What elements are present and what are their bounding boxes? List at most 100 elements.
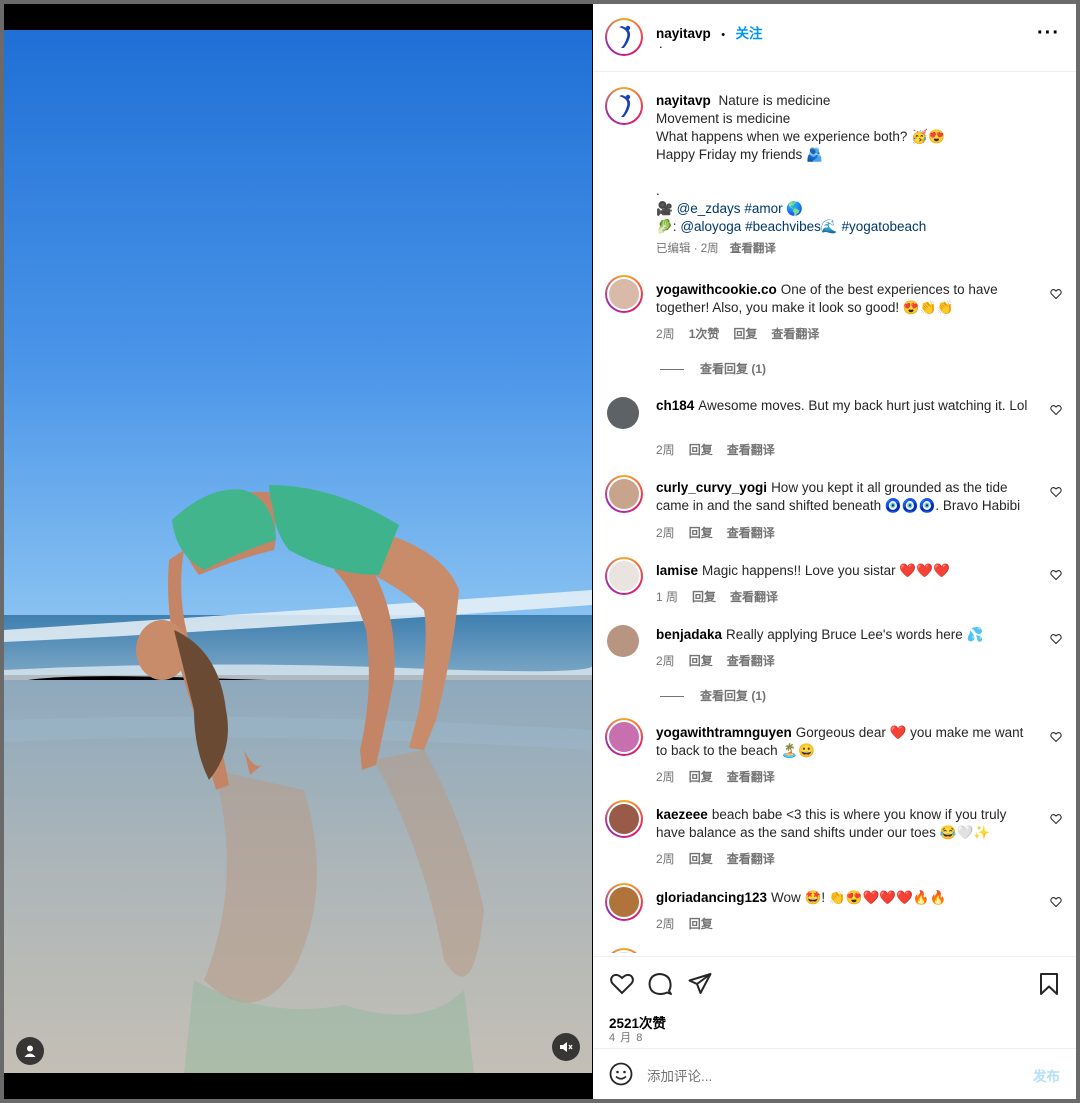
reply-button[interactable]: 回复	[689, 852, 713, 866]
translate-button[interactable]: 查看翻译	[727, 770, 775, 784]
commenter-username[interactable]: ch184	[656, 398, 694, 413]
comment-likes[interactable]: 1次赞	[689, 327, 720, 341]
caption-translate-link[interactable]: 查看翻译	[730, 243, 776, 255]
post-actions: 2521次赞 4 月 8	[593, 956, 1076, 1046]
post-media[interactable]	[4, 30, 592, 1073]
comment-bubble-icon[interactable]	[647, 971, 673, 997]
reply-button[interactable]: 回复	[689, 770, 713, 784]
commenter-avatar[interactable]	[605, 883, 643, 921]
commenter-username[interactable]: benjadaka	[656, 627, 722, 642]
comment-like-heart-icon[interactable]	[1050, 731, 1062, 743]
caption-avatar[interactable]	[605, 87, 643, 125]
comment-input[interactable]: 添加评论...	[647, 1065, 712, 1085]
comment-like-heart-icon[interactable]	[1050, 633, 1062, 645]
translate-button[interactable]: 查看翻译	[727, 526, 775, 540]
yoga-pose-logo	[619, 25, 631, 48]
author-avatar[interactable]	[605, 18, 643, 56]
beach-yoga-photo	[4, 30, 592, 1073]
follow-button[interactable]: 关注	[736, 26, 763, 41]
comment-text: beach babe <3 this is where you know if …	[656, 807, 1007, 840]
caption-dot: .	[656, 183, 660, 198]
comment-like-heart-icon[interactable]	[1050, 569, 1062, 581]
commenter-avatar[interactable]	[605, 475, 643, 513]
translate-button[interactable]: 查看翻译	[771, 327, 819, 341]
comments-list[interactable]: nayitavp Nature is medicine Movement is …	[593, 73, 1076, 953]
mention-link[interactable]: @e_zdays	[677, 201, 741, 216]
credits-2-prefix: 🥬:	[656, 219, 681, 234]
view-replies-button[interactable]: 查看回复 (1)	[700, 689, 766, 703]
commenter-avatar[interactable]	[607, 625, 639, 657]
post-side-panel: nayitavp • 关注 . ··· nayitavp Nature is m…	[593, 4, 1076, 1099]
paper-plane-icon[interactable]	[687, 971, 713, 997]
bookmark-icon[interactable]	[1036, 971, 1062, 997]
comment-like-heart-icon[interactable]	[1050, 486, 1062, 498]
comment-time: 1 周	[656, 590, 679, 604]
more-options-button[interactable]: ···	[1037, 22, 1060, 45]
header-sub-dot: .	[659, 36, 663, 51]
credits-1-suffix: 🌎	[782, 201, 804, 216]
post-date: 4 月 8	[609, 1032, 644, 1044]
author-username[interactable]: nayitavp	[656, 26, 711, 41]
caption-line-2: Movement is medicine	[656, 111, 791, 126]
commenter-avatar[interactable]	[605, 948, 643, 953]
more-horizontal-icon: ···	[1037, 22, 1060, 44]
commenter-avatar[interactable]	[605, 275, 643, 313]
reply-button[interactable]: 回复	[733, 327, 757, 341]
mention-link[interactable]: @aloyoga	[680, 219, 741, 234]
comment-time: 2周	[656, 327, 675, 341]
caption-line-4: Happy Friday my friends 🫂	[656, 147, 823, 162]
commenter-username[interactable]: yogawithtramnguyen	[656, 725, 792, 740]
translate-button[interactable]: 查看翻译	[727, 852, 775, 866]
commenter-username[interactable]: kaezeee	[656, 807, 708, 822]
reply-button[interactable]: 回复	[689, 917, 713, 931]
translate-button[interactable]: 查看翻译	[730, 590, 778, 604]
post-comment-button[interactable]: 发布	[1033, 1065, 1060, 1085]
post-modal: nayitavp • 关注 . ··· nayitavp Nature is m…	[4, 4, 1076, 1099]
heart-icon[interactable]	[609, 971, 635, 997]
comment-like-heart-icon[interactable]	[1050, 404, 1062, 416]
comment-text: Magic happens!! Love you sistar ❤️❤️❤️	[702, 563, 950, 578]
comment-time: 2周	[656, 526, 675, 540]
caption-line-1: Nature is medicine	[718, 93, 831, 108]
smiley-icon[interactable]	[609, 1062, 633, 1086]
user-tag-button[interactable]	[16, 1037, 44, 1065]
hashtag-link[interactable]: #amor	[744, 201, 782, 216]
comment-time: 2周	[656, 917, 675, 931]
speaker-muted-icon	[560, 1042, 573, 1052]
reply-button[interactable]: 回复	[689, 443, 713, 457]
reply-button[interactable]: 回复	[692, 590, 716, 604]
hashtag-link[interactable]: #beachvibes🌊	[745, 219, 838, 234]
caption-line-3: What happens when we experience both? 🥳😍	[656, 129, 945, 144]
credits-1-prefix: 🎥	[656, 201, 677, 216]
comment-like-heart-icon[interactable]	[1050, 288, 1062, 300]
comment-text: Really applying Bruce Lee's words here 💦	[726, 627, 984, 642]
commenter-username[interactable]: yogawithcookie.co	[656, 282, 777, 297]
comment-text: Awesome moves. But my back hurt just wat…	[698, 398, 1028, 413]
translate-button[interactable]: 查看翻译	[727, 443, 775, 457]
commenter-username[interactable]: curly_curvy_yogi	[656, 480, 767, 495]
person-icon	[24, 1045, 36, 1057]
hashtag-link[interactable]: #yogatobeach	[841, 219, 926, 234]
comment-text: Wow 🤩! 👏😍❤️❤️❤️🔥🔥	[771, 890, 947, 905]
view-replies-button[interactable]: 查看回复 (1)	[700, 362, 766, 376]
reply-button[interactable]: 回复	[689, 526, 713, 540]
mute-button[interactable]	[552, 1033, 580, 1061]
reply-button[interactable]: 回复	[689, 654, 713, 668]
comment-time: 2周	[656, 770, 675, 784]
comment-time: 2周	[656, 654, 675, 668]
commenter-avatar[interactable]	[605, 800, 643, 838]
translate-button[interactable]: 查看翻译	[727, 654, 775, 668]
comment-composer: 添加评论... 发布	[593, 1048, 1076, 1099]
commenter-avatar[interactable]	[607, 397, 639, 429]
comment-like-heart-icon[interactable]	[1050, 813, 1062, 825]
caption-username[interactable]: nayitavp	[656, 93, 711, 108]
commenter-avatar[interactable]	[605, 718, 643, 756]
comment-like-heart-icon[interactable]	[1050, 896, 1062, 908]
comment-time: 2周	[656, 443, 675, 457]
header-separator: •	[721, 29, 726, 41]
commenter-username[interactable]: lamise	[656, 563, 698, 578]
commenter-username[interactable]: gloriadancing123	[656, 890, 767, 905]
post-header: nayitavp • 关注 . ···	[593, 4, 1076, 72]
comment-time: 2周	[656, 852, 675, 866]
commenter-avatar[interactable]	[605, 557, 643, 595]
